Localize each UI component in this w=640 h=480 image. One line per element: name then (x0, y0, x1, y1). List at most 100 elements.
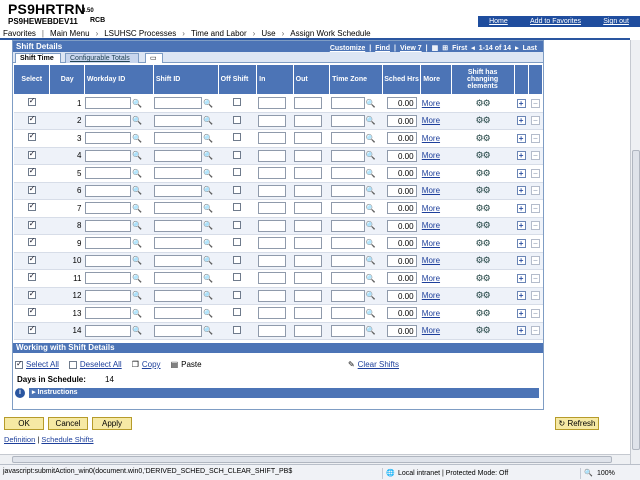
more-link[interactable]: More (422, 221, 440, 230)
lookup-icon[interactable]: 🔍 (366, 256, 376, 265)
crumb-assign-schedule[interactable]: Assign Work Schedule (290, 29, 370, 38)
lookup-icon[interactable]: 🔍 (366, 239, 376, 248)
more-link[interactable]: More (422, 99, 440, 108)
shift-input[interactable] (154, 307, 203, 320)
time-zone-input[interactable] (330, 132, 365, 145)
in-input[interactable] (257, 97, 286, 110)
deselect-all-action[interactable]: Deselect All (68, 360, 122, 369)
zoom-icon[interactable]: 🔍 (580, 468, 593, 479)
off-shift-checkbox[interactable] (233, 255, 242, 264)
sched-hrs-input[interactable]: 0.00 (386, 167, 417, 180)
select-checkbox[interactable] (27, 184, 36, 194)
sched-hrs-input[interactable]: 0.00 (386, 307, 417, 320)
crumb-time-labor[interactable]: Time and Labor (191, 29, 247, 38)
in-input[interactable] (257, 254, 286, 267)
time-zone-input[interactable] (330, 114, 365, 127)
lookup-icon[interactable]: 🔍 (366, 186, 376, 195)
sched-hrs-input[interactable]: 0.00 (386, 132, 417, 145)
more-link[interactable]: More (422, 169, 440, 178)
shift-input[interactable] (154, 167, 203, 180)
time-zone-input[interactable] (330, 289, 365, 302)
shift-input[interactable] (154, 149, 203, 162)
time-zone-input[interactable] (330, 307, 365, 320)
lookup-icon[interactable]: 🔍 (366, 151, 376, 160)
delete-row-icon[interactable]: − (530, 186, 540, 196)
lookup-icon[interactable]: 🔍 (366, 221, 376, 230)
sign-out-link[interactable]: Sign out (603, 18, 629, 25)
lookup-icon[interactable]: 🔍 (366, 204, 376, 213)
select-checkbox[interactable] (27, 219, 36, 229)
delete-row-icon[interactable]: − (530, 308, 540, 318)
changing-elements-icon[interactable]: ⚙⚙ (476, 150, 491, 160)
shift-input[interactable] (154, 272, 203, 285)
lookup-icon[interactable]: 🔍 (203, 186, 213, 195)
select-checkbox[interactable] (27, 271, 36, 282)
show-all-columns-icon[interactable]: ▭ (145, 53, 163, 63)
add-row-icon[interactable]: + (516, 291, 526, 301)
off-shift-checkbox[interactable] (233, 308, 242, 317)
off-shift-checkbox[interactable] (233, 168, 242, 177)
off-shift-checkbox[interactable] (233, 220, 242, 229)
add-row-icon[interactable]: + (516, 308, 526, 318)
changing-elements-icon[interactable]: ⚙⚙ (476, 220, 491, 230)
crumb-main-menu[interactable]: Main Menu (50, 29, 90, 38)
in-input[interactable] (257, 202, 286, 215)
workday-input[interactable] (85, 149, 132, 162)
delete-row-icon[interactable]: − (530, 168, 540, 178)
workday-input[interactable] (85, 324, 132, 337)
add-row-icon[interactable]: + (516, 221, 526, 231)
lookup-icon[interactable]: 🔍 (366, 326, 376, 335)
select-checkbox[interactable] (27, 289, 36, 299)
workday-input[interactable] (85, 184, 132, 197)
delete-row-icon[interactable]: − (530, 256, 540, 266)
in-input[interactable] (257, 219, 286, 232)
add-row-icon[interactable]: + (516, 203, 526, 213)
add-row-icon[interactable]: + (516, 151, 526, 161)
time-zone-input[interactable] (330, 324, 365, 337)
more-link[interactable]: More (422, 151, 440, 160)
more-link[interactable]: More (422, 239, 440, 248)
delete-row-icon[interactable]: − (530, 116, 540, 126)
off-shift-checkbox[interactable] (233, 185, 242, 194)
time-zone-input[interactable] (330, 97, 365, 110)
clear-shifts-action[interactable]: ✎ Clear Shifts (348, 360, 399, 369)
out-input[interactable] (294, 149, 323, 162)
workday-input[interactable] (85, 219, 132, 232)
off-shift-checkbox[interactable] (233, 203, 242, 212)
add-row-icon[interactable]: + (516, 186, 526, 196)
lookup-icon[interactable]: 🔍 (203, 116, 213, 125)
changing-elements-icon[interactable]: ⚙⚙ (476, 115, 491, 125)
tab-shift-time[interactable]: Shift Time (15, 53, 61, 63)
changing-elements-icon[interactable]: ⚙⚙ (476, 168, 491, 178)
add-row-icon[interactable]: + (516, 116, 526, 126)
changing-elements-icon[interactable]: ⚙⚙ (476, 133, 491, 143)
delete-row-icon[interactable]: − (530, 203, 540, 213)
more-link[interactable]: More (422, 256, 440, 265)
out-input[interactable] (294, 324, 323, 337)
in-input[interactable] (257, 324, 286, 337)
refresh-button[interactable]: ↻ Refresh (555, 417, 599, 430)
workday-input[interactable] (85, 289, 132, 302)
lookup-icon[interactable]: 🔍 (203, 134, 213, 143)
workday-input[interactable] (85, 202, 132, 215)
add-to-favorites-link[interactable]: Add to Favorites (530, 18, 581, 25)
out-input[interactable] (294, 254, 323, 267)
out-input[interactable] (294, 167, 323, 180)
lookup-icon[interactable]: 🔍 (132, 134, 142, 143)
more-link[interactable]: More (422, 274, 440, 283)
lookup-icon[interactable]: 🔍 (366, 116, 376, 125)
sched-hrs-input[interactable]: 0.00 (386, 272, 417, 285)
in-input[interactable] (257, 307, 286, 320)
sched-hrs-input[interactable]: 0.00 (386, 114, 417, 127)
lookup-icon[interactable]: 🔍 (132, 326, 142, 335)
lookup-icon[interactable]: 🔍 (203, 291, 213, 300)
delete-row-icon[interactable]: − (530, 326, 540, 336)
lookup-icon[interactable]: 🔍 (203, 326, 213, 335)
select-checkbox[interactable] (27, 306, 36, 317)
off-shift-checkbox[interactable] (233, 98, 242, 107)
sched-hrs-input[interactable]: 0.00 (386, 237, 417, 250)
more-link[interactable]: More (422, 291, 440, 300)
lookup-icon[interactable]: 🔍 (366, 274, 376, 283)
lookup-icon[interactable]: 🔍 (203, 221, 213, 230)
out-input[interactable] (294, 114, 323, 127)
